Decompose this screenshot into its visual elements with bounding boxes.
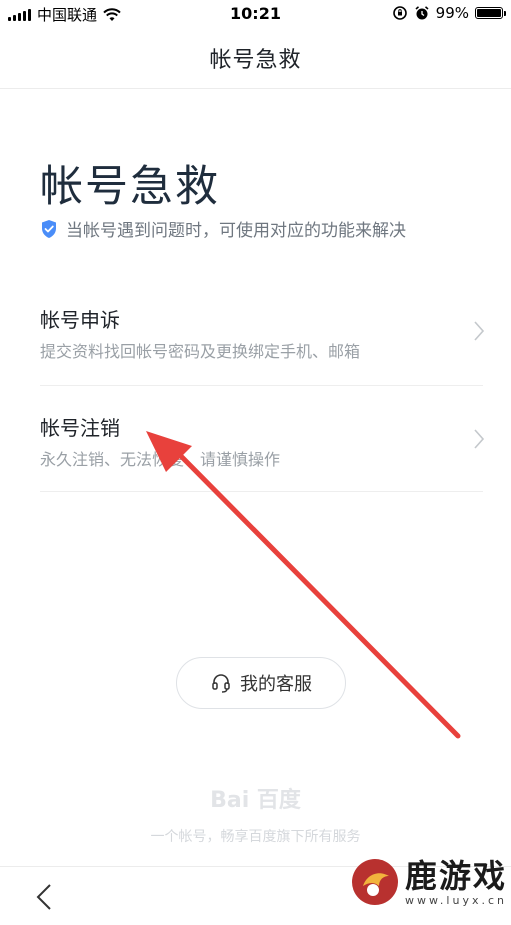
back-arrow-icon[interactable] [30, 881, 60, 913]
menu-item-desc: 永久注销、无法恢复、请谨慎操作 [40, 450, 281, 469]
chevron-right-icon [474, 429, 485, 449]
battery-percent: 99% [435, 4, 469, 22]
nav-title: 帐号急救 [209, 48, 302, 73]
menu-item-account-cancel[interactable]: 帐号注销 永久注销、无法恢复、请谨慎操作 [40, 386, 485, 492]
battery-fill [477, 9, 501, 17]
status-bar: 中国联通 10:21 99% [0, 0, 511, 28]
alarm-icon [415, 6, 429, 20]
customer-service-label: 我的客服 [240, 674, 312, 695]
watermark-url: www.luyx.cn [404, 893, 507, 907]
subtitle: 当帐号遇到问题时，可使用对应的功能来解决 [40, 216, 406, 241]
watermark-name: 鹿游戏 [404, 856, 507, 895]
baidu-logo-text: Bai 百度 [210, 788, 301, 813]
menu-item-desc: 提交资料找回帐号密码及更换绑定手机、邮箱 [40, 342, 361, 361]
chevron-right-icon [474, 321, 485, 341]
shield-icon [42, 219, 56, 238]
page-heading: 帐号急救 [40, 162, 220, 212]
watermark: 鹿游戏 www.luyx.cn [349, 856, 507, 908]
rotation-lock-icon [392, 6, 407, 20]
headset-icon [212, 674, 230, 693]
status-right: 99% [392, 4, 506, 22]
customer-service-button[interactable]: 我的客服 [176, 657, 346, 709]
footer-slogan: 一个帐号，畅享百度旗下所有服务 [150, 829, 361, 845]
menu-item-account-appeal[interactable]: 帐号申诉 提交资料找回帐号密码及更换绑定手机、邮箱 [40, 280, 485, 386]
subtitle-text: 当帐号遇到问题时，可使用对应的功能来解决 [66, 221, 406, 241]
baidu-logo: Bai 百度 [0, 782, 511, 814]
deer-logo-icon [351, 859, 398, 905]
watermark-text: 鹿游戏 www.luyx.cn [405, 858, 507, 907]
battery-icon [475, 7, 506, 19]
nav-bar: 帐号急救 [0, 28, 511, 89]
menu-item-title: 帐号申诉 [40, 308, 120, 332]
menu-item-title: 帐号注销 [40, 416, 120, 440]
